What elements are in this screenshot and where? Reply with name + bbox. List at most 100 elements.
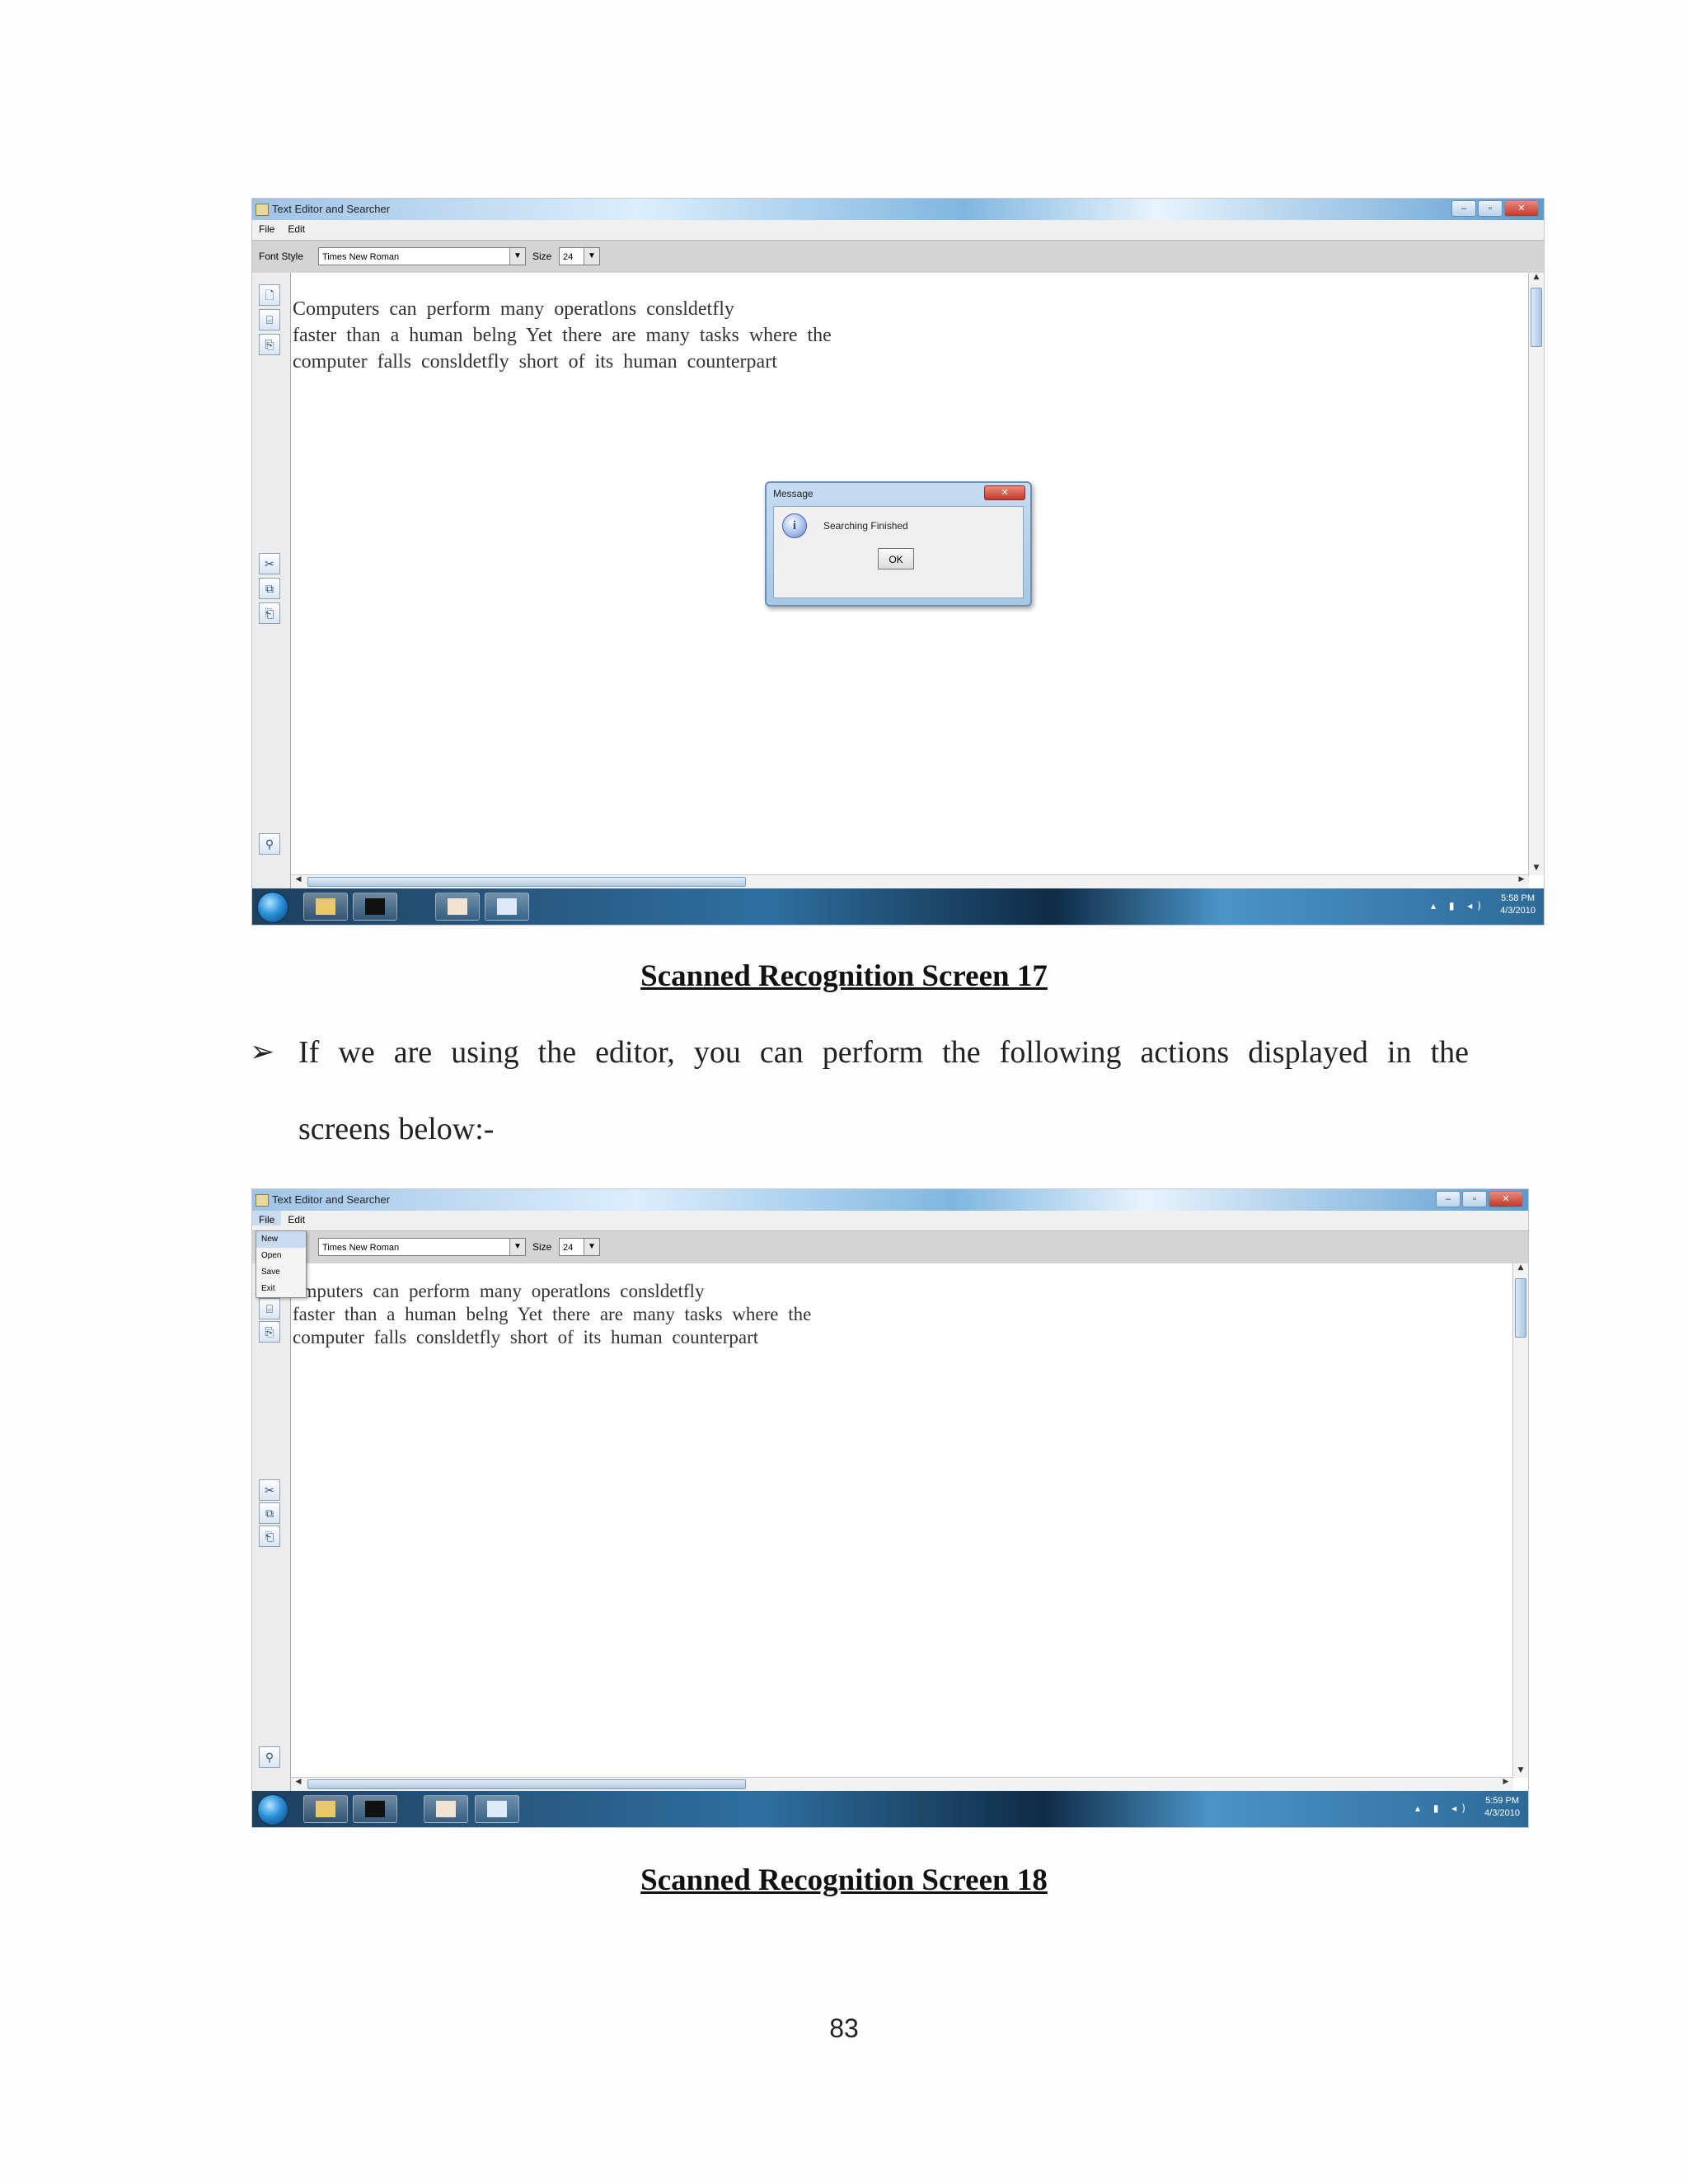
- scroll-thumb[interactable]: [1531, 288, 1542, 347]
- menu-item-new[interactable]: New: [256, 1231, 306, 1248]
- copy-icon[interactable]: ⧉: [259, 1502, 280, 1524]
- horizontal-scrollbar[interactable]: ◀ ▶: [291, 874, 1529, 888]
- format-toolbar: Times New Roman ▼ Size 24 ▼: [252, 1230, 1528, 1265]
- scroll-up-icon[interactable]: ▲: [1529, 273, 1544, 284]
- search-icon[interactable]: ⚲: [259, 833, 280, 855]
- taskbar-explorer[interactable]: [303, 1795, 348, 1823]
- app-icon: [256, 204, 269, 216]
- scroll-right-icon[interactable]: ▶: [1500, 1778, 1512, 1786]
- taskbar-console[interactable]: [353, 1795, 397, 1823]
- editor-line: omputers can perform many operatlons con…: [293, 1281, 705, 1301]
- cut-icon[interactable]: ✂: [259, 553, 280, 574]
- paste-icon[interactable]: ⎗: [259, 1526, 280, 1547]
- text-editor[interactable]: omputers can perform many operatlons con…: [291, 1263, 1513, 1778]
- editor-line: faster than a human belng Yet there are …: [293, 325, 832, 346]
- figure-caption: Scanned Recognition Screen 17: [640, 959, 1048, 993]
- size-select[interactable]: 24 ▼: [559, 1238, 600, 1256]
- font-style-label: Font Style: [259, 251, 304, 262]
- size-value: 24: [563, 252, 574, 262]
- taskbar-java[interactable]: [435, 893, 480, 921]
- vertical-scrollbar[interactable]: ▲ ▼: [1528, 273, 1544, 875]
- chevron-down-icon[interactable]: ▼: [509, 1239, 525, 1255]
- taskbar-explorer[interactable]: [303, 893, 348, 921]
- minimize-button[interactable]: –: [1436, 1191, 1461, 1207]
- window-controls: – ▫ ✕: [1436, 1191, 1523, 1207]
- font-style-value: Times New Roman: [322, 1243, 400, 1253]
- close-button[interactable]: ✕: [1504, 200, 1539, 217]
- scroll-down-icon[interactable]: ▼: [1513, 1766, 1528, 1778]
- taskbar-clock[interactable]: 5:58 PM 4/3/2010: [1500, 893, 1536, 917]
- clock-time: 5:58 PM: [1501, 893, 1536, 903]
- open-folder-icon[interactable]: ⌸: [259, 309, 280, 330]
- dialog-body: i Searching Finished OK: [773, 506, 1024, 598]
- cut-icon[interactable]: ✂: [259, 1479, 280, 1501]
- menu-item-exit[interactable]: Exit: [256, 1281, 306, 1297]
- taskbar-app[interactable]: [475, 1795, 519, 1823]
- size-label: Size: [532, 251, 552, 262]
- vertical-scrollbar[interactable]: ▲ ▼: [1512, 1263, 1528, 1778]
- menu-edit[interactable]: Edit: [281, 220, 312, 235]
- taskbar-clock[interactable]: 5:59 PM 4/3/2010: [1484, 1795, 1520, 1820]
- horizontal-scrollbar[interactable]: ◀ ▶: [291, 1777, 1513, 1791]
- maximize-button[interactable]: ▫: [1462, 1191, 1487, 1207]
- font-style-select[interactable]: Times New Roman ▼: [318, 1238, 526, 1256]
- editor-line: Computers can perform many operatlons co…: [293, 298, 734, 320]
- system-tray-icons[interactable]: ▴ ▮ ◂): [1431, 900, 1486, 912]
- taskbar-java[interactable]: [424, 1795, 468, 1823]
- dialog-message: Searching Finished: [823, 520, 908, 532]
- taskbar-app[interactable]: [485, 893, 529, 921]
- scroll-right-icon[interactable]: ▶: [1516, 875, 1527, 883]
- page-number: 83: [829, 2013, 859, 2043]
- scroll-left-icon[interactable]: ◀: [293, 1778, 304, 1786]
- close-button[interactable]: ✕: [1489, 1191, 1523, 1207]
- message-dialog: Message ✕ i Searching Finished OK: [765, 481, 1032, 607]
- chevron-down-icon[interactable]: ▼: [509, 248, 525, 265]
- ok-button[interactable]: OK: [878, 548, 914, 569]
- copy-icon[interactable]: ⧉: [259, 578, 280, 599]
- system-tray-icons[interactable]: ▴ ▮ ◂): [1415, 1802, 1470, 1814]
- maximize-button[interactable]: ▫: [1478, 200, 1503, 217]
- chevron-down-icon[interactable]: ▼: [584, 1239, 599, 1255]
- bullet-arrow-icon: ➢: [250, 1035, 275, 1069]
- menu-file[interactable]: File: [252, 220, 281, 235]
- save-icon[interactable]: ⎘: [259, 334, 280, 355]
- window-controls: – ▫ ✕: [1451, 200, 1539, 217]
- start-button-icon[interactable]: [257, 892, 288, 923]
- save-icon[interactable]: ⎘: [259, 1321, 280, 1343]
- screenshot-18: Text Editor and Searcher – ▫ ✕ File Edit …: [251, 1188, 1529, 1828]
- tool-sidebar: 🗋 ⌸ ⎘ ✂ ⧉ ⎗ ⚲: [252, 273, 291, 888]
- open-folder-icon[interactable]: ⌸: [259, 1298, 280, 1319]
- window-titlebar: Text Editor and Searcher – ▫ ✕: [252, 199, 1544, 220]
- window-title: Text Editor and Searcher: [272, 1193, 391, 1206]
- scroll-thumb[interactable]: [307, 1779, 746, 1789]
- taskbar-console[interactable]: [353, 893, 397, 921]
- scroll-thumb[interactable]: [307, 877, 746, 887]
- scroll-down-icon[interactable]: ▼: [1529, 864, 1544, 875]
- window-title: Text Editor and Searcher: [272, 203, 391, 215]
- scroll-thumb[interactable]: [1515, 1278, 1526, 1338]
- start-button-icon[interactable]: [257, 1794, 288, 1825]
- editor-text: omputers can perform many operatlons con…: [293, 1280, 811, 1349]
- menu-item-save[interactable]: Save: [256, 1264, 306, 1281]
- menu-edit[interactable]: Edit: [281, 1211, 312, 1226]
- clock-date: 4/3/2010: [1500, 906, 1536, 916]
- new-file-icon[interactable]: 🗋: [259, 284, 280, 306]
- minimize-button[interactable]: –: [1451, 200, 1476, 217]
- paste-icon[interactable]: ⎗: [259, 602, 280, 624]
- editor-line: computer falls consldetfly short of its …: [293, 351, 777, 373]
- scroll-up-icon[interactable]: ▲: [1513, 1263, 1528, 1275]
- window-titlebar: Text Editor and Searcher – ▫ ✕: [252, 1189, 1528, 1211]
- window-icon: [487, 1801, 507, 1817]
- file-dropdown-menu: New Open Save Exit: [256, 1230, 307, 1298]
- taskbar: ▴ ▮ ◂) 5:58 PM 4/3/2010: [252, 888, 1544, 925]
- menu-item-open[interactable]: Open: [256, 1248, 306, 1264]
- scroll-left-icon[interactable]: ◀: [293, 875, 304, 883]
- font-style-select[interactable]: Times New Roman ▼: [318, 247, 526, 265]
- editor-text: Computers can perform many operatlons co…: [293, 296, 832, 375]
- menu-file[interactable]: File: [252, 1211, 282, 1226]
- size-select[interactable]: 24 ▼: [559, 247, 600, 265]
- search-icon[interactable]: ⚲: [259, 1746, 280, 1768]
- chevron-down-icon[interactable]: ▼: [584, 248, 599, 265]
- figure-caption: Scanned Recognition Screen 18: [640, 1863, 1048, 1897]
- dialog-close-button[interactable]: ✕: [984, 485, 1025, 500]
